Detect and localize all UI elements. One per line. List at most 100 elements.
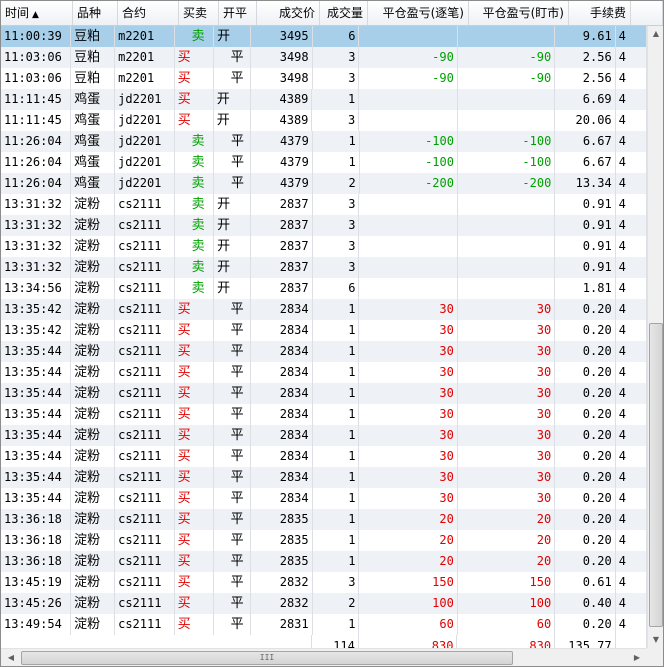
table-row[interactable]: 13:35:44 淀粉 cs2111 买平 2834 1 30 30 0.20 4 bbox=[1, 341, 647, 362]
vertical-scrollbar[interactable]: ▲ ▼ bbox=[647, 26, 663, 648]
cell-side: 买 bbox=[175, 362, 214, 383]
cell-pnl-trade: 20 bbox=[359, 530, 458, 551]
col-price[interactable]: 成交价 bbox=[257, 1, 320, 25]
table-row[interactable]: 13:35:44 淀粉 cs2111 买平 2834 1 30 30 0.20 4 bbox=[1, 467, 647, 488]
cell-product: 淀粉 bbox=[71, 614, 116, 635]
table-row[interactable]: 13:35:44 淀粉 cs2111 买平 2834 1 30 30 0.20 4 bbox=[1, 488, 647, 509]
cell-product: 淀粉 bbox=[71, 551, 116, 572]
table-row[interactable]: 13:31:32 淀粉 cs2111 卖开 2837 3 0.91 4 bbox=[1, 257, 647, 278]
table-row[interactable]: 11:03:06 豆粕 m2201 买平 3498 3 -90 -90 2.56 4 bbox=[1, 68, 647, 89]
col-contract[interactable]: 合约 bbox=[118, 1, 179, 25]
cell-time: 11:26:04 bbox=[1, 173, 72, 194]
col-product[interactable]: 品种 bbox=[73, 1, 118, 25]
horizontal-scrollbar[interactable]: ◀ III ▶ bbox=[1, 648, 647, 666]
cell-time: 13:45:26 bbox=[1, 593, 72, 614]
cell-extra: 4 bbox=[616, 194, 647, 215]
col-time[interactable]: 时间 ▲ bbox=[1, 1, 73, 25]
table-row[interactable]: 13:36:18 淀粉 cs2111 买平 2835 1 20 20 0.20 4 bbox=[1, 509, 647, 530]
table-row[interactable]: 13:45:26 淀粉 cs2111 买平 2832 2 100 100 0.40 4 bbox=[1, 593, 647, 614]
table-row[interactable]: 13:35:42 淀粉 cs2111 买平 2834 1 30 30 0.20 4 bbox=[1, 299, 647, 320]
cell-fee: 0.20 bbox=[555, 341, 616, 362]
cell-extra: 4 bbox=[616, 446, 647, 467]
cell-price: 2837 bbox=[251, 278, 313, 299]
table-row[interactable]: 13:35:44 淀粉 cs2111 买平 2834 1 30 30 0.20 4 bbox=[1, 383, 647, 404]
table-row[interactable]: 11:00:39 豆粕 m2201 卖开 3495 6 9.61 4 bbox=[1, 26, 647, 47]
cell-time: 13:35:44 bbox=[1, 467, 72, 488]
col-open-close[interactable]: 开平 bbox=[219, 1, 257, 25]
cell-time: 11:26:04 bbox=[1, 131, 72, 152]
cell-product: 淀粉 bbox=[71, 383, 116, 404]
cell-quantity: 1 bbox=[313, 131, 360, 152]
cell-pnl-trade: 30 bbox=[359, 383, 458, 404]
cell-price: 3498 bbox=[251, 47, 313, 68]
cell-quantity: 3 bbox=[312, 110, 360, 131]
table-row[interactable]: 11:03:06 豆粕 m2201 买平 3498 3 -90 -90 2.56 4 bbox=[1, 47, 647, 68]
summary-quantity: 114 bbox=[312, 635, 359, 648]
cell-fee: 20.06 bbox=[555, 110, 616, 131]
cell-time: 13:31:32 bbox=[1, 257, 72, 278]
cell-quantity: 6 bbox=[313, 26, 360, 47]
cell-extra: 4 bbox=[616, 110, 647, 131]
table-row[interactable]: 13:36:18 淀粉 cs2111 买平 2835 1 20 20 0.20 4 bbox=[1, 551, 647, 572]
table-row[interactable]: 13:35:44 淀粉 cs2111 买平 2834 1 30 30 0.20 4 bbox=[1, 425, 647, 446]
cell-pnl-mtm bbox=[458, 89, 556, 110]
cell-price: 2834 bbox=[251, 425, 313, 446]
cell-pnl-mtm: 30 bbox=[458, 299, 556, 320]
cell-extra: 4 bbox=[616, 278, 647, 299]
table-row[interactable]: 11:11:45 鸡蛋 jd2201 买开 4389 3 20.06 4 bbox=[1, 110, 647, 131]
table-row[interactable]: 11:11:45 鸡蛋 jd2201 买开 4389 1 6.69 4 bbox=[1, 89, 647, 110]
cell-product: 淀粉 bbox=[71, 341, 116, 362]
table-row[interactable]: 13:35:44 淀粉 cs2111 买平 2834 1 30 30 0.20 4 bbox=[1, 362, 647, 383]
cell-time: 13:36:18 bbox=[1, 551, 72, 572]
cell-fee: 0.20 bbox=[555, 320, 616, 341]
col-extra[interactable] bbox=[631, 1, 663, 25]
cell-extra: 4 bbox=[616, 257, 647, 278]
table-row[interactable]: 13:45:19 淀粉 cs2111 买平 2832 3 150 150 0.61 4 bbox=[1, 572, 647, 593]
cell-fee: 0.40 bbox=[555, 593, 616, 614]
table-row[interactable]: 13:35:42 淀粉 cs2111 买平 2834 1 30 30 0.20 4 bbox=[1, 320, 647, 341]
cell-contract: cs2111 bbox=[115, 194, 175, 215]
table-row[interactable]: 11:26:04 鸡蛋 jd2201 卖平 4379 1 -100 -100 6.67 4 bbox=[1, 131, 647, 152]
cell-extra: 4 bbox=[616, 47, 647, 68]
table-row[interactable]: 11:26:04 鸡蛋 jd2201 卖平 4379 2 -200 -200 13.34 4 bbox=[1, 173, 647, 194]
table-row[interactable]: 13:31:32 淀粉 cs2111 卖开 2837 3 0.91 4 bbox=[1, 194, 647, 215]
cell-product: 鸡蛋 bbox=[71, 173, 116, 194]
table-row[interactable]: 13:35:44 淀粉 cs2111 买平 2834 1 30 30 0.20 4 bbox=[1, 404, 647, 425]
table-row[interactable]: 13:31:32 淀粉 cs2111 卖开 2837 3 0.91 4 bbox=[1, 215, 647, 236]
cell-contract: cs2111 bbox=[115, 215, 175, 236]
col-pnl-trade[interactable]: 平仓盈亏(逐笔) bbox=[368, 1, 469, 25]
table-row[interactable]: 13:49:54 淀粉 cs2111 买平 2831 1 60 60 0.20 4 bbox=[1, 614, 647, 635]
cell-fee: 0.91 bbox=[555, 215, 616, 236]
col-side[interactable]: 买卖 bbox=[179, 1, 219, 25]
cell-open-close: 平 bbox=[214, 509, 252, 530]
col-pnl-mtm[interactable]: 平仓盈亏(盯市) bbox=[469, 1, 569, 25]
cell-time: 13:49:54 bbox=[1, 614, 72, 635]
table-row[interactable]: 11:26:04 鸡蛋 jd2201 卖平 4379 1 -100 -100 6.67 4 bbox=[1, 152, 647, 173]
cell-quantity: 3 bbox=[313, 215, 360, 236]
cell-extra: 4 bbox=[616, 614, 647, 635]
cell-price: 2835 bbox=[251, 551, 313, 572]
cell-product: 豆粕 bbox=[71, 68, 116, 89]
cell-contract: cs2111 bbox=[115, 404, 175, 425]
col-fee[interactable]: 手续费 bbox=[569, 1, 631, 25]
cell-pnl-mtm bbox=[458, 215, 556, 236]
scroll-left-icon[interactable]: ◀ bbox=[3, 650, 19, 666]
table-row[interactable]: 13:34:56 淀粉 cs2111 卖开 2837 6 1.81 4 bbox=[1, 278, 647, 299]
cell-pnl-trade: -100 bbox=[360, 152, 458, 173]
table-row[interactable]: 13:36:18 淀粉 cs2111 买平 2835 1 20 20 0.20 4 bbox=[1, 530, 647, 551]
cell-open-close: 平 bbox=[214, 593, 252, 614]
table-row[interactable]: 13:31:32 淀粉 cs2111 卖开 2837 3 0.91 4 bbox=[1, 236, 647, 257]
cell-open-close: 平 bbox=[214, 299, 252, 320]
cell-extra: 4 bbox=[616, 530, 647, 551]
cell-quantity: 1 bbox=[313, 530, 360, 551]
scroll-right-icon[interactable]: ▶ bbox=[629, 650, 645, 666]
horizontal-scroll-thumb[interactable]: III bbox=[21, 651, 513, 665]
table-row[interactable]: 13:35:44 淀粉 cs2111 买平 2834 1 30 30 0.20 4 bbox=[1, 446, 647, 467]
cell-side: 买 bbox=[175, 341, 214, 362]
col-quantity[interactable]: 成交量 bbox=[320, 1, 368, 25]
cell-product: 鸡蛋 bbox=[71, 110, 116, 131]
scroll-down-icon[interactable]: ▼ bbox=[648, 632, 663, 648]
scroll-up-icon[interactable]: ▲ bbox=[648, 26, 663, 42]
vertical-scroll-thumb[interactable] bbox=[649, 323, 663, 627]
cell-extra: 4 bbox=[616, 404, 647, 425]
